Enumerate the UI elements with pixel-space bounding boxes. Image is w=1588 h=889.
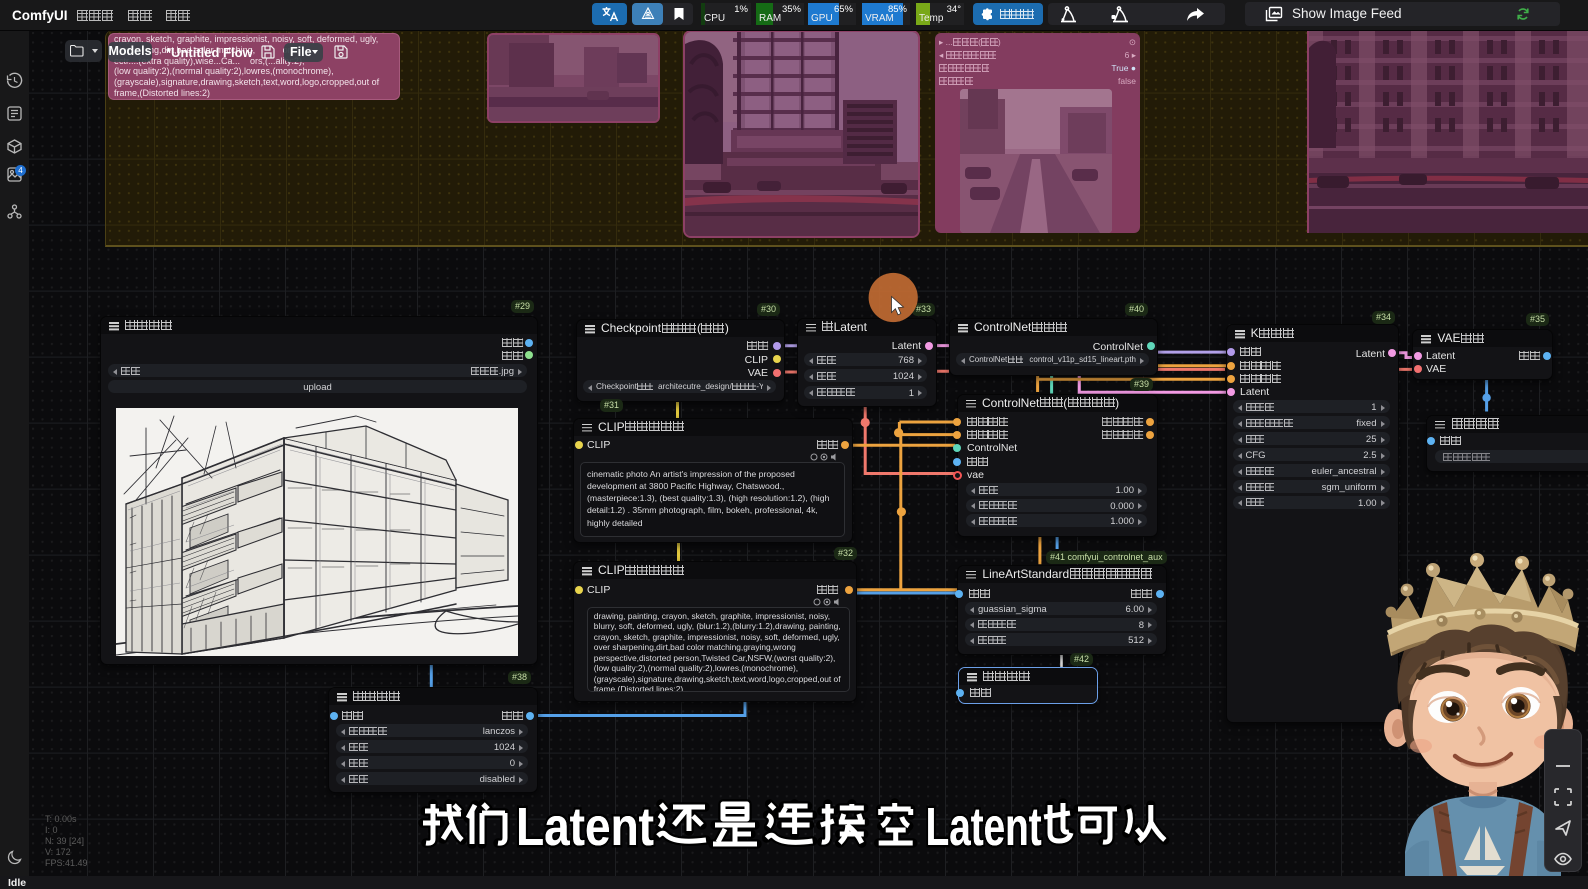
- svg-text:Latent: Latent: [926, 797, 1042, 857]
- svg-text:Latent: Latent: [516, 797, 654, 857]
